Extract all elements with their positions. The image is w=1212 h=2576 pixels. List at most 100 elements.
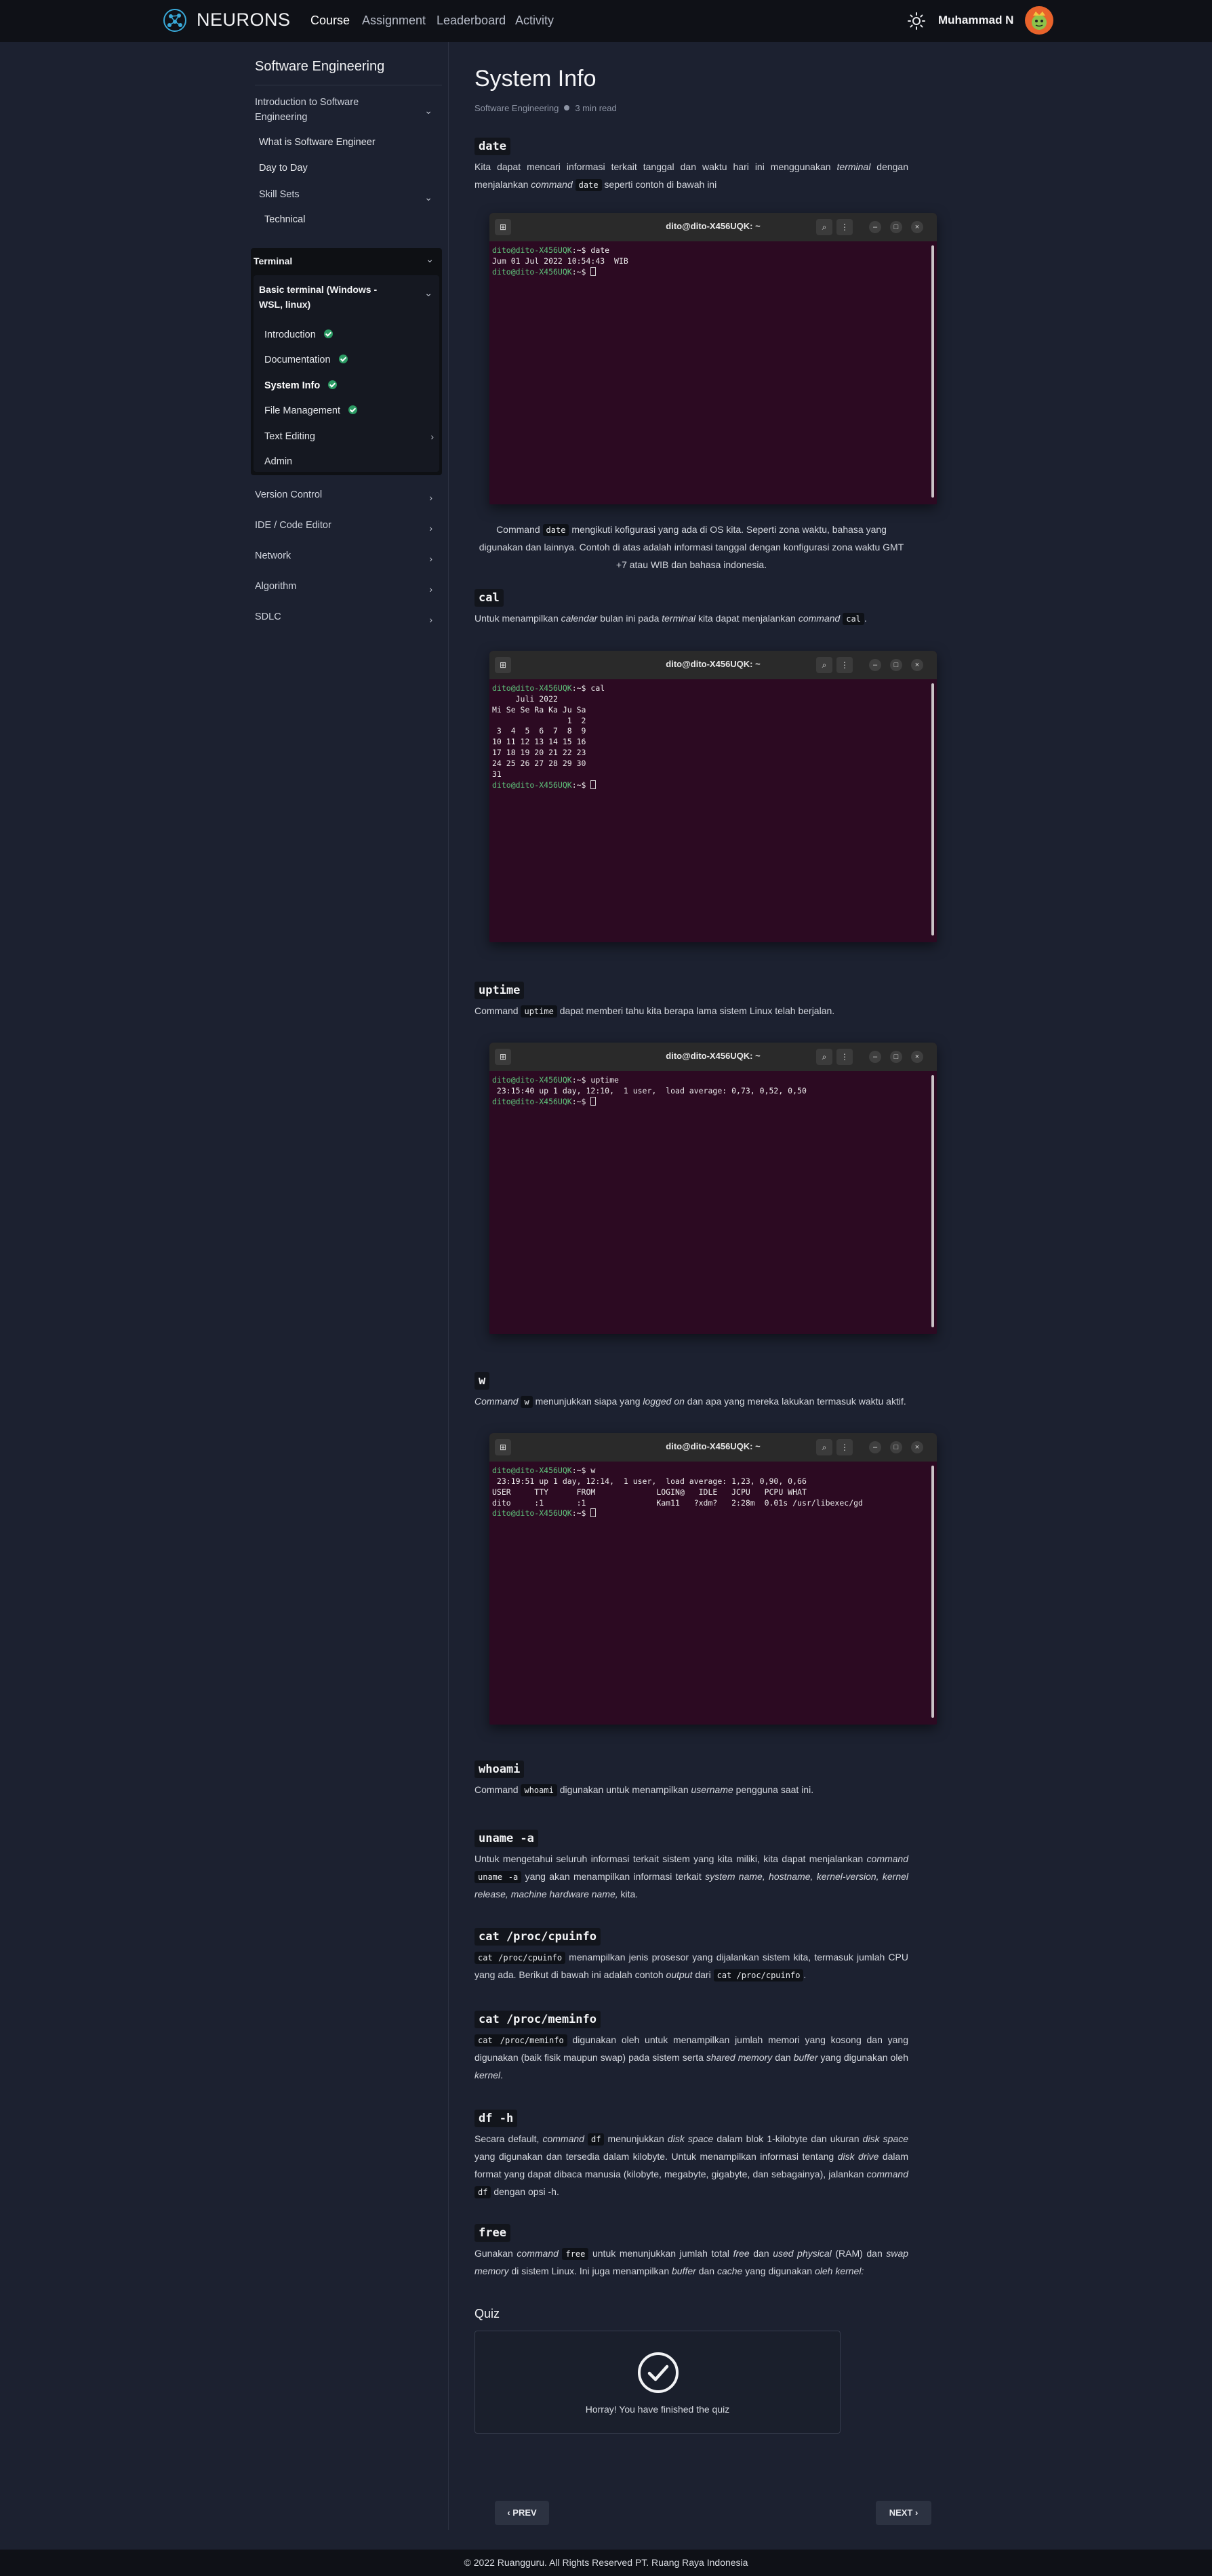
brand-name[interactable]: NEURONS bbox=[197, 9, 291, 31]
avatar-face-icon bbox=[1032, 12, 1047, 30]
sun-theme-toggle-icon[interactable] bbox=[906, 11, 927, 31]
sidebar-item-label: Version Control bbox=[255, 489, 323, 500]
chevron-down-icon[interactable]: ⌄ bbox=[424, 287, 432, 299]
nav-link-leaderboard[interactable]: Leaderboard bbox=[437, 14, 506, 28]
section-heading-df: df -h bbox=[474, 2110, 518, 2127]
next-button[interactable]: NEXT › bbox=[876, 2501, 931, 2525]
section-heading-cal: cal bbox=[474, 589, 504, 607]
sidebar-item-basic-terminal[interactable]: Basic terminal (Windows -WSL, linux) bbox=[259, 282, 395, 313]
sidebar-item-label: File Management bbox=[264, 405, 341, 416]
caption-date: Command date mengikuti kofigurasi yang a… bbox=[479, 524, 904, 570]
close-icon: × bbox=[911, 221, 923, 233]
sidebar-item-label: SDLC bbox=[255, 611, 281, 622]
minimize-icon: – bbox=[869, 1051, 881, 1063]
section-heading-w: w bbox=[474, 1372, 490, 1390]
sidebar-item-skill-sets[interactable]: Skill Sets ⌄ bbox=[255, 188, 438, 203]
course-sidebar: Software Engineering Introduction to Sof… bbox=[248, 42, 449, 2530]
chevron-right-icon: › bbox=[429, 584, 432, 595]
terminal-screenshot-uptime: ⊞ dito@dito-X456UQK: ~ ⌕ ⋮ – □ × dito@di… bbox=[489, 1043, 937, 1334]
chevron-right-icon: › bbox=[429, 553, 432, 564]
terminal-scrollbar bbox=[931, 1075, 934, 1327]
sidebar-item-label: Introduction bbox=[264, 329, 316, 340]
sidebar-item-label: Text Editing bbox=[264, 431, 315, 442]
search-icon: ⌕ bbox=[816, 1439, 832, 1455]
sidebar-item-version-control[interactable]: Version Control › bbox=[255, 488, 438, 503]
menu-icon: ⋮ bbox=[836, 657, 853, 673]
chevron-down-icon: ⌄ bbox=[424, 192, 432, 203]
section-heading-uname: uname -a bbox=[474, 1830, 538, 1847]
completed-check-icon bbox=[338, 355, 348, 363]
minimize-icon: – bbox=[869, 659, 881, 671]
close-icon: × bbox=[911, 1441, 923, 1453]
minimize-icon: – bbox=[869, 1441, 881, 1453]
menu-icon: ⋮ bbox=[836, 219, 853, 235]
section-heading-whoami: whoami bbox=[474, 1760, 525, 1778]
section-text-df: Secara default, command df menunjukkan d… bbox=[474, 2133, 909, 2198]
sidebar-item-label: Skill Sets bbox=[259, 189, 300, 200]
terminal-scrollbar bbox=[931, 1466, 934, 1718]
sidebar-item-algorithm[interactable]: Algorithm › bbox=[255, 580, 438, 595]
sidebar-terminal-group: Terminal ⌄ Basic terminal (Windows -WSL,… bbox=[251, 248, 442, 475]
sidebar-item-documentation[interactable]: Documentation bbox=[264, 355, 348, 365]
sidebar-item-text-editing[interactable]: Text Editing › bbox=[264, 431, 434, 442]
sidebar-item-label: Algorithm bbox=[255, 581, 297, 592]
search-icon: ⌕ bbox=[816, 657, 832, 673]
maximize-icon: □ bbox=[890, 1051, 902, 1063]
terminal-output: dito@dito-X456UQK:~$ uptime 23:15:40 up … bbox=[492, 1075, 807, 1106]
page-meta: Software Engineering 3 min read bbox=[474, 103, 617, 113]
sidebar-item-ide-code-editor[interactable]: IDE / Code Editor › bbox=[255, 519, 438, 534]
terminal-output: dito@dito-X456UQK:~$ w 23:19:51 up 1 day… bbox=[492, 1466, 863, 1518]
sidebar-item-intro-software-engineering[interactable]: Introduction to Software Engineering ⌄ bbox=[255, 96, 438, 125]
avatar[interactable] bbox=[1025, 6, 1053, 35]
prev-button[interactable]: ‹ PREV bbox=[495, 2501, 549, 2525]
section-heading-uptime: uptime bbox=[474, 982, 525, 999]
section-heading-free: free bbox=[474, 2224, 510, 2242]
section-text-free: Gunakan command free untuk menunjukkan j… bbox=[474, 2248, 909, 2276]
completed-check-icon bbox=[323, 329, 333, 338]
nav-link-course[interactable]: Course bbox=[310, 14, 350, 28]
quiz-finished-message: Horray! You have finished the quiz bbox=[585, 2404, 730, 2415]
nav-link-assignment[interactable]: Assignment bbox=[362, 14, 426, 28]
sidebar-item-system-info[interactable]: System Info bbox=[264, 380, 338, 391]
nav-link-activity[interactable]: Activity bbox=[515, 14, 554, 28]
dot-separator-icon bbox=[564, 105, 570, 110]
section-text-w: Command w menunjukkan siapa yang logged … bbox=[474, 1396, 906, 1408]
quiz-card: Horray! You have finished the quiz bbox=[474, 2331, 841, 2434]
sidebar-item-label: Introduction to Software Engineering bbox=[255, 97, 359, 123]
terminal-titlebar: ⊞ dito@dito-X456UQK: ~ ⌕ ⋮ – □ × bbox=[489, 651, 937, 679]
sidebar-item-network[interactable]: Network › bbox=[255, 549, 438, 564]
section-heading-date: date bbox=[474, 138, 510, 155]
sidebar-item-admin[interactable]: Admin bbox=[264, 456, 292, 467]
sidebar-item-file-management[interactable]: File Management bbox=[264, 405, 358, 416]
terminal-titlebar: ⊞ dito@dito-X456UQK: ~ ⌕ ⋮ – □ × bbox=[489, 1433, 937, 1462]
section-text-date: Kita dapat mencari informasi terkait tan… bbox=[474, 161, 909, 191]
terminal-scrollbar bbox=[931, 683, 934, 935]
section-heading-meminfo: cat /proc/meminfo bbox=[474, 2011, 601, 2028]
sidebar-item-day-to-day[interactable]: Day to Day bbox=[259, 163, 308, 174]
chevron-down-icon[interactable]: ⌄ bbox=[426, 254, 434, 265]
close-icon: × bbox=[911, 659, 923, 671]
chevron-right-icon: › bbox=[429, 492, 432, 503]
minimize-icon: – bbox=[869, 221, 881, 233]
breadcrumb[interactable]: Software Engineering bbox=[474, 103, 559, 113]
terminal-output: dito@dito-X456UQK:~$ date Jum 01 Jul 202… bbox=[492, 245, 628, 277]
maximize-icon: □ bbox=[890, 221, 902, 233]
terminal-titlebar: ⊞ dito@dito-X456UQK: ~ ⌕ ⋮ – □ × bbox=[489, 1043, 937, 1071]
sidebar-item-technical[interactable]: Technical bbox=[264, 214, 305, 225]
sidebar-item-label: Network bbox=[255, 550, 291, 561]
sidebar-item-what-is-software-engineer[interactable]: What is Software Engineer bbox=[259, 137, 376, 148]
section-text-uname: Untuk mengetahui seluruh informasi terka… bbox=[474, 1853, 909, 1899]
terminal-screenshot-date: ⊞ dito@dito-X456UQK: ~ ⌕ ⋮ – □ × dito@di… bbox=[489, 213, 937, 504]
read-time: 3 min read bbox=[575, 103, 617, 113]
neurons-logo-icon[interactable] bbox=[161, 7, 188, 34]
user-name[interactable]: Muhammad N bbox=[938, 14, 1013, 27]
sidebar-item-introduction[interactable]: Introduction bbox=[264, 329, 333, 340]
search-icon: ⌕ bbox=[816, 219, 832, 235]
terminal-output: dito@dito-X456UQK:~$ cal Juli 2022 Mi Se… bbox=[492, 683, 605, 790]
sidebar-item-terminal[interactable]: Terminal bbox=[254, 256, 292, 266]
sidebar-title: Software Engineering bbox=[255, 59, 385, 74]
check-circle-icon bbox=[638, 2352, 679, 2393]
sidebar-item-sdlc[interactable]: SDLC › bbox=[255, 610, 438, 625]
section-text-whoami: Command whoami digunakan untuk menampilk… bbox=[474, 1784, 814, 1796]
sidebar-item-label: Documentation bbox=[264, 355, 331, 365]
